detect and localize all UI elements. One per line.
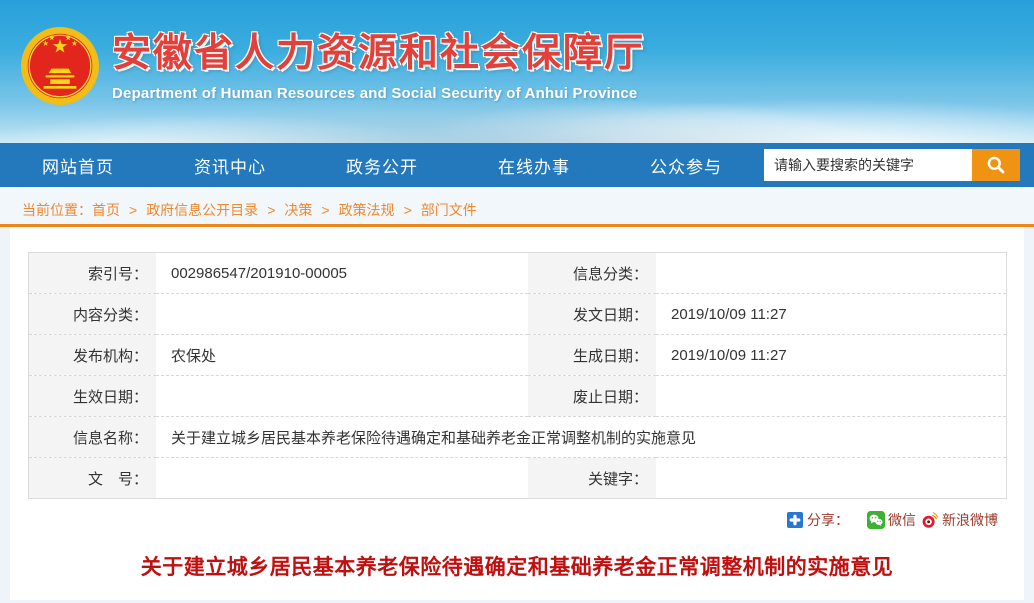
nav-items: 网站首页 资讯中心 政务公开 在线办事 公众参与 [42, 153, 722, 178]
site-title: 安徽省人力资源和社会保障厅 [112, 32, 645, 77]
table-row: 文 号： 关键字： [28, 458, 1006, 499]
search-button[interactable] [972, 149, 1020, 181]
index-number-label: 索引号： [28, 253, 156, 294]
site-title-block: 安徽省人力资源和社会保障厅 Department of Human Resour… [112, 26, 645, 102]
table-row: 发布机构： 农保处 生成日期： 2019/10/09 11:27 [28, 335, 1006, 376]
info-name-value: 关于建立城乡居民基本养老保险待遇确定和基础养老金正常调整机制的实施意见 [156, 417, 1006, 458]
share-wechat-label: 微信 [888, 510, 916, 530]
info-name-label: 信息名称： [28, 417, 156, 458]
search-box [764, 149, 1020, 181]
nav-item-home[interactable]: 网站首页 [42, 153, 114, 178]
info-category-value [656, 253, 1006, 294]
keywords-value [656, 458, 1006, 499]
effective-date-label: 生效日期： [28, 376, 156, 417]
table-row: 内容分类： 发文日期： 2019/10/09 11:27 [28, 294, 1006, 335]
issuing-agency-value: 农保处 [156, 335, 528, 376]
table-row: 索引号： 002986547/201910-00005 信息分类： [28, 253, 1006, 294]
breadcrumb-separator: > [321, 202, 329, 218]
wechat-icon [867, 511, 885, 529]
content-category-value [156, 294, 528, 335]
info-category-label: 信息分类： [528, 253, 656, 294]
repeal-date-label: 废止日期： [528, 376, 656, 417]
nav-item-online-services[interactable]: 在线办事 [498, 153, 570, 178]
breadcrumb-prefix: 当前位置： [22, 200, 92, 220]
content-category-label: 内容分类： [28, 294, 156, 335]
table-row: 信息名称： 关于建立城乡居民基本养老保险待遇确定和基础养老金正常调整机制的实施意… [28, 417, 1006, 458]
breadcrumb-separator: > [404, 202, 412, 218]
search-icon [986, 155, 1006, 175]
national-emblem-icon [20, 26, 100, 106]
site-subtitle: Department of Human Resources and Social… [112, 85, 645, 102]
share-label-text: 分享： [807, 510, 849, 530]
breadcrumb-decisions[interactable]: 决策 [284, 200, 312, 220]
content-card: 索引号： 002986547/201910-00005 信息分类： 内容分类： … [10, 227, 1024, 600]
breadcrumb: 当前位置： 首页 > 政府信息公开目录 > 决策 > 政策法规 > 部门文件 [0, 187, 1034, 227]
share-weibo-button[interactable]: 新浪微博 [921, 510, 998, 530]
site-header: 安徽省人力资源和社会保障厅 Department of Human Resour… [0, 0, 1034, 143]
breadcrumb-separator: > [267, 202, 275, 218]
nav-item-news-center[interactable]: 资讯中心 [194, 153, 266, 178]
share-wechat-button[interactable]: 微信 [867, 510, 916, 530]
breadcrumb-gov-info-catalog[interactable]: 政府信息公开目录 [146, 200, 258, 220]
article-title: 关于建立城乡居民基本养老保险待遇确定和基础养老金正常调整机制的实施意见 [10, 551, 1024, 581]
issuing-agency-label: 发布机构： [28, 335, 156, 376]
keywords-label: 关键字： [528, 458, 656, 499]
document-meta-table: 索引号： 002986547/201910-00005 信息分类： 内容分类： … [28, 252, 1007, 499]
breadcrumb-home[interactable]: 首页 [92, 200, 120, 220]
generated-date-value: 2019/10/09 11:27 [656, 335, 1006, 376]
issue-date-value: 2019/10/09 11:27 [656, 294, 1006, 335]
document-number-value [156, 458, 528, 499]
breadcrumb-department-documents[interactable]: 部门文件 [421, 200, 477, 220]
document-number-label: 文 号： [28, 458, 156, 499]
table-row: 生效日期： 废止日期： [28, 376, 1006, 417]
breadcrumb-policies[interactable]: 政策法规 [339, 200, 395, 220]
share-trigger[interactable]: 分享： [787, 510, 849, 530]
nav-item-gov-affairs[interactable]: 政务公开 [346, 153, 418, 178]
index-number-value: 002986547/201910-00005 [156, 253, 528, 294]
effective-date-value [156, 376, 528, 417]
generated-date-label: 生成日期： [528, 335, 656, 376]
share-weibo-label: 新浪微博 [942, 510, 998, 530]
share-icon [787, 512, 803, 528]
repeal-date-value [656, 376, 1006, 417]
nav-item-public-participation[interactable]: 公众参与 [650, 153, 722, 178]
share-bar: 分享： 微信 [10, 509, 998, 531]
weibo-icon [921, 511, 939, 529]
issue-date-label: 发文日期： [528, 294, 656, 335]
breadcrumb-separator: > [129, 202, 137, 218]
search-input[interactable] [764, 149, 972, 181]
main-nav: 网站首页 资讯中心 政务公开 在线办事 公众参与 [0, 143, 1034, 187]
